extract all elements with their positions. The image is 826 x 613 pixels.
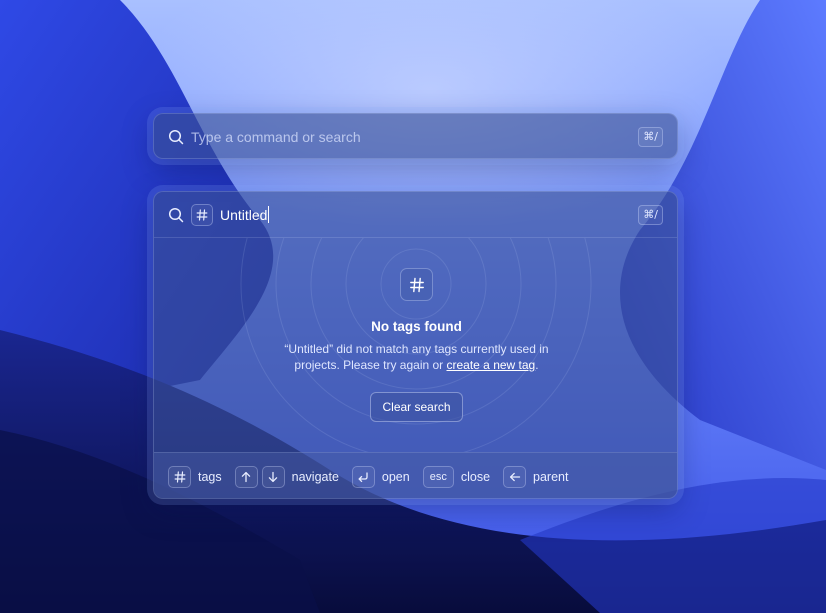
- down-key: [261, 465, 285, 488]
- empty-state-description: “Untitled” did not match any tags curren…: [266, 341, 567, 373]
- clear-search-button[interactable]: Clear search: [370, 392, 463, 422]
- keyboard-hints-footer: tags navigate open esc close parent: [154, 452, 677, 498]
- hash-icon: [174, 470, 185, 483]
- tag-filter-chip[interactable]: [191, 203, 213, 226]
- create-tag-link[interactable]: create a new tag: [447, 358, 536, 372]
- hash-icon: [409, 277, 424, 292]
- empty-state-icon-tile: [400, 268, 433, 301]
- arrow-down-icon: [268, 471, 278, 482]
- command-bar[interactable]: Type a command or search ⌘/: [153, 113, 678, 159]
- search-icon: [168, 207, 184, 222]
- empty-state: No tags found “Untitled” did not match a…: [154, 238, 677, 452]
- query-text: Untitled: [220, 206, 268, 223]
- command-search-input[interactable]: Type a command or search: [191, 129, 638, 145]
- text-cursor: [268, 206, 270, 223]
- return-icon: [358, 471, 369, 482]
- shortcut-badge: ⌘/: [638, 127, 663, 147]
- hash-icon: [196, 208, 208, 221]
- up-key: [234, 465, 258, 488]
- tag-search-panel: Untitled ⌘/ No tags found “Untitled” did…: [153, 191, 678, 499]
- tags-hint-label: tags: [198, 469, 222, 484]
- esc-key: esc: [422, 465, 454, 488]
- back-key: [503, 465, 527, 488]
- empty-state-title: No tags found: [371, 319, 462, 334]
- open-hint-label: open: [381, 469, 410, 484]
- close-hint-label: close: [460, 469, 491, 484]
- tag-search-input[interactable]: Untitled: [220, 206, 638, 223]
- arrow-up-icon: [241, 471, 251, 482]
- description-end: .: [535, 358, 539, 372]
- arrow-left-icon: [509, 472, 520, 481]
- enter-key: [351, 465, 375, 488]
- parent-hint-label: parent: [533, 469, 569, 484]
- navigate-hint-label: navigate: [291, 469, 339, 484]
- tags-key: [168, 465, 191, 488]
- shortcut-badge: ⌘/: [638, 204, 663, 225]
- search-icon: [168, 129, 184, 145]
